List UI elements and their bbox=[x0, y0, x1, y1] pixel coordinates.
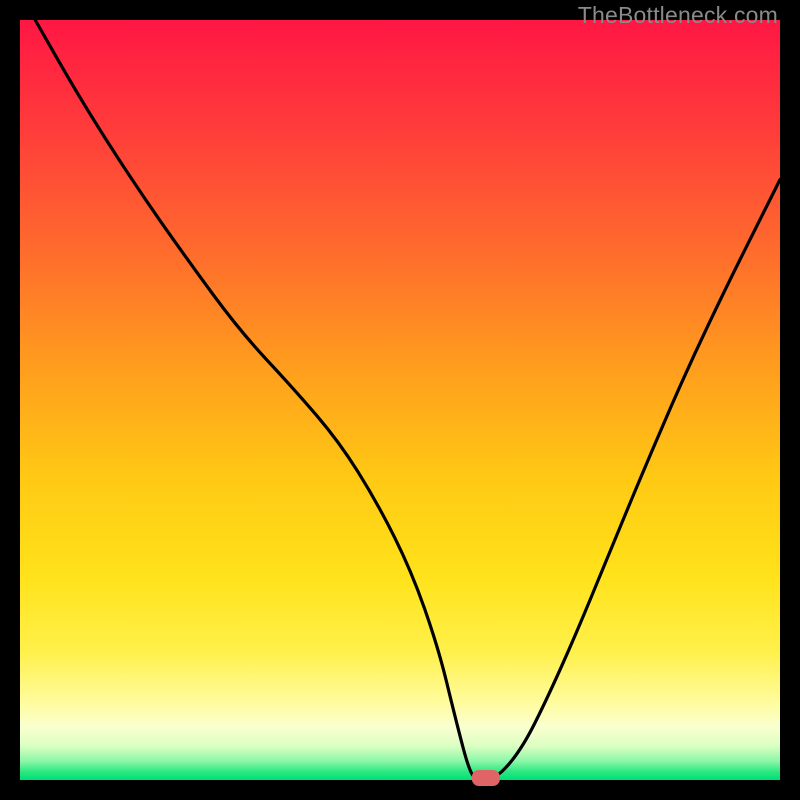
watermark-text: TheBottleneck.com bbox=[578, 2, 778, 29]
curve-layer bbox=[20, 20, 780, 780]
chart-frame: TheBottleneck.com bbox=[0, 0, 800, 800]
bottleneck-curve bbox=[35, 20, 780, 780]
optimum-marker bbox=[472, 770, 500, 786]
plot-area bbox=[20, 20, 780, 780]
